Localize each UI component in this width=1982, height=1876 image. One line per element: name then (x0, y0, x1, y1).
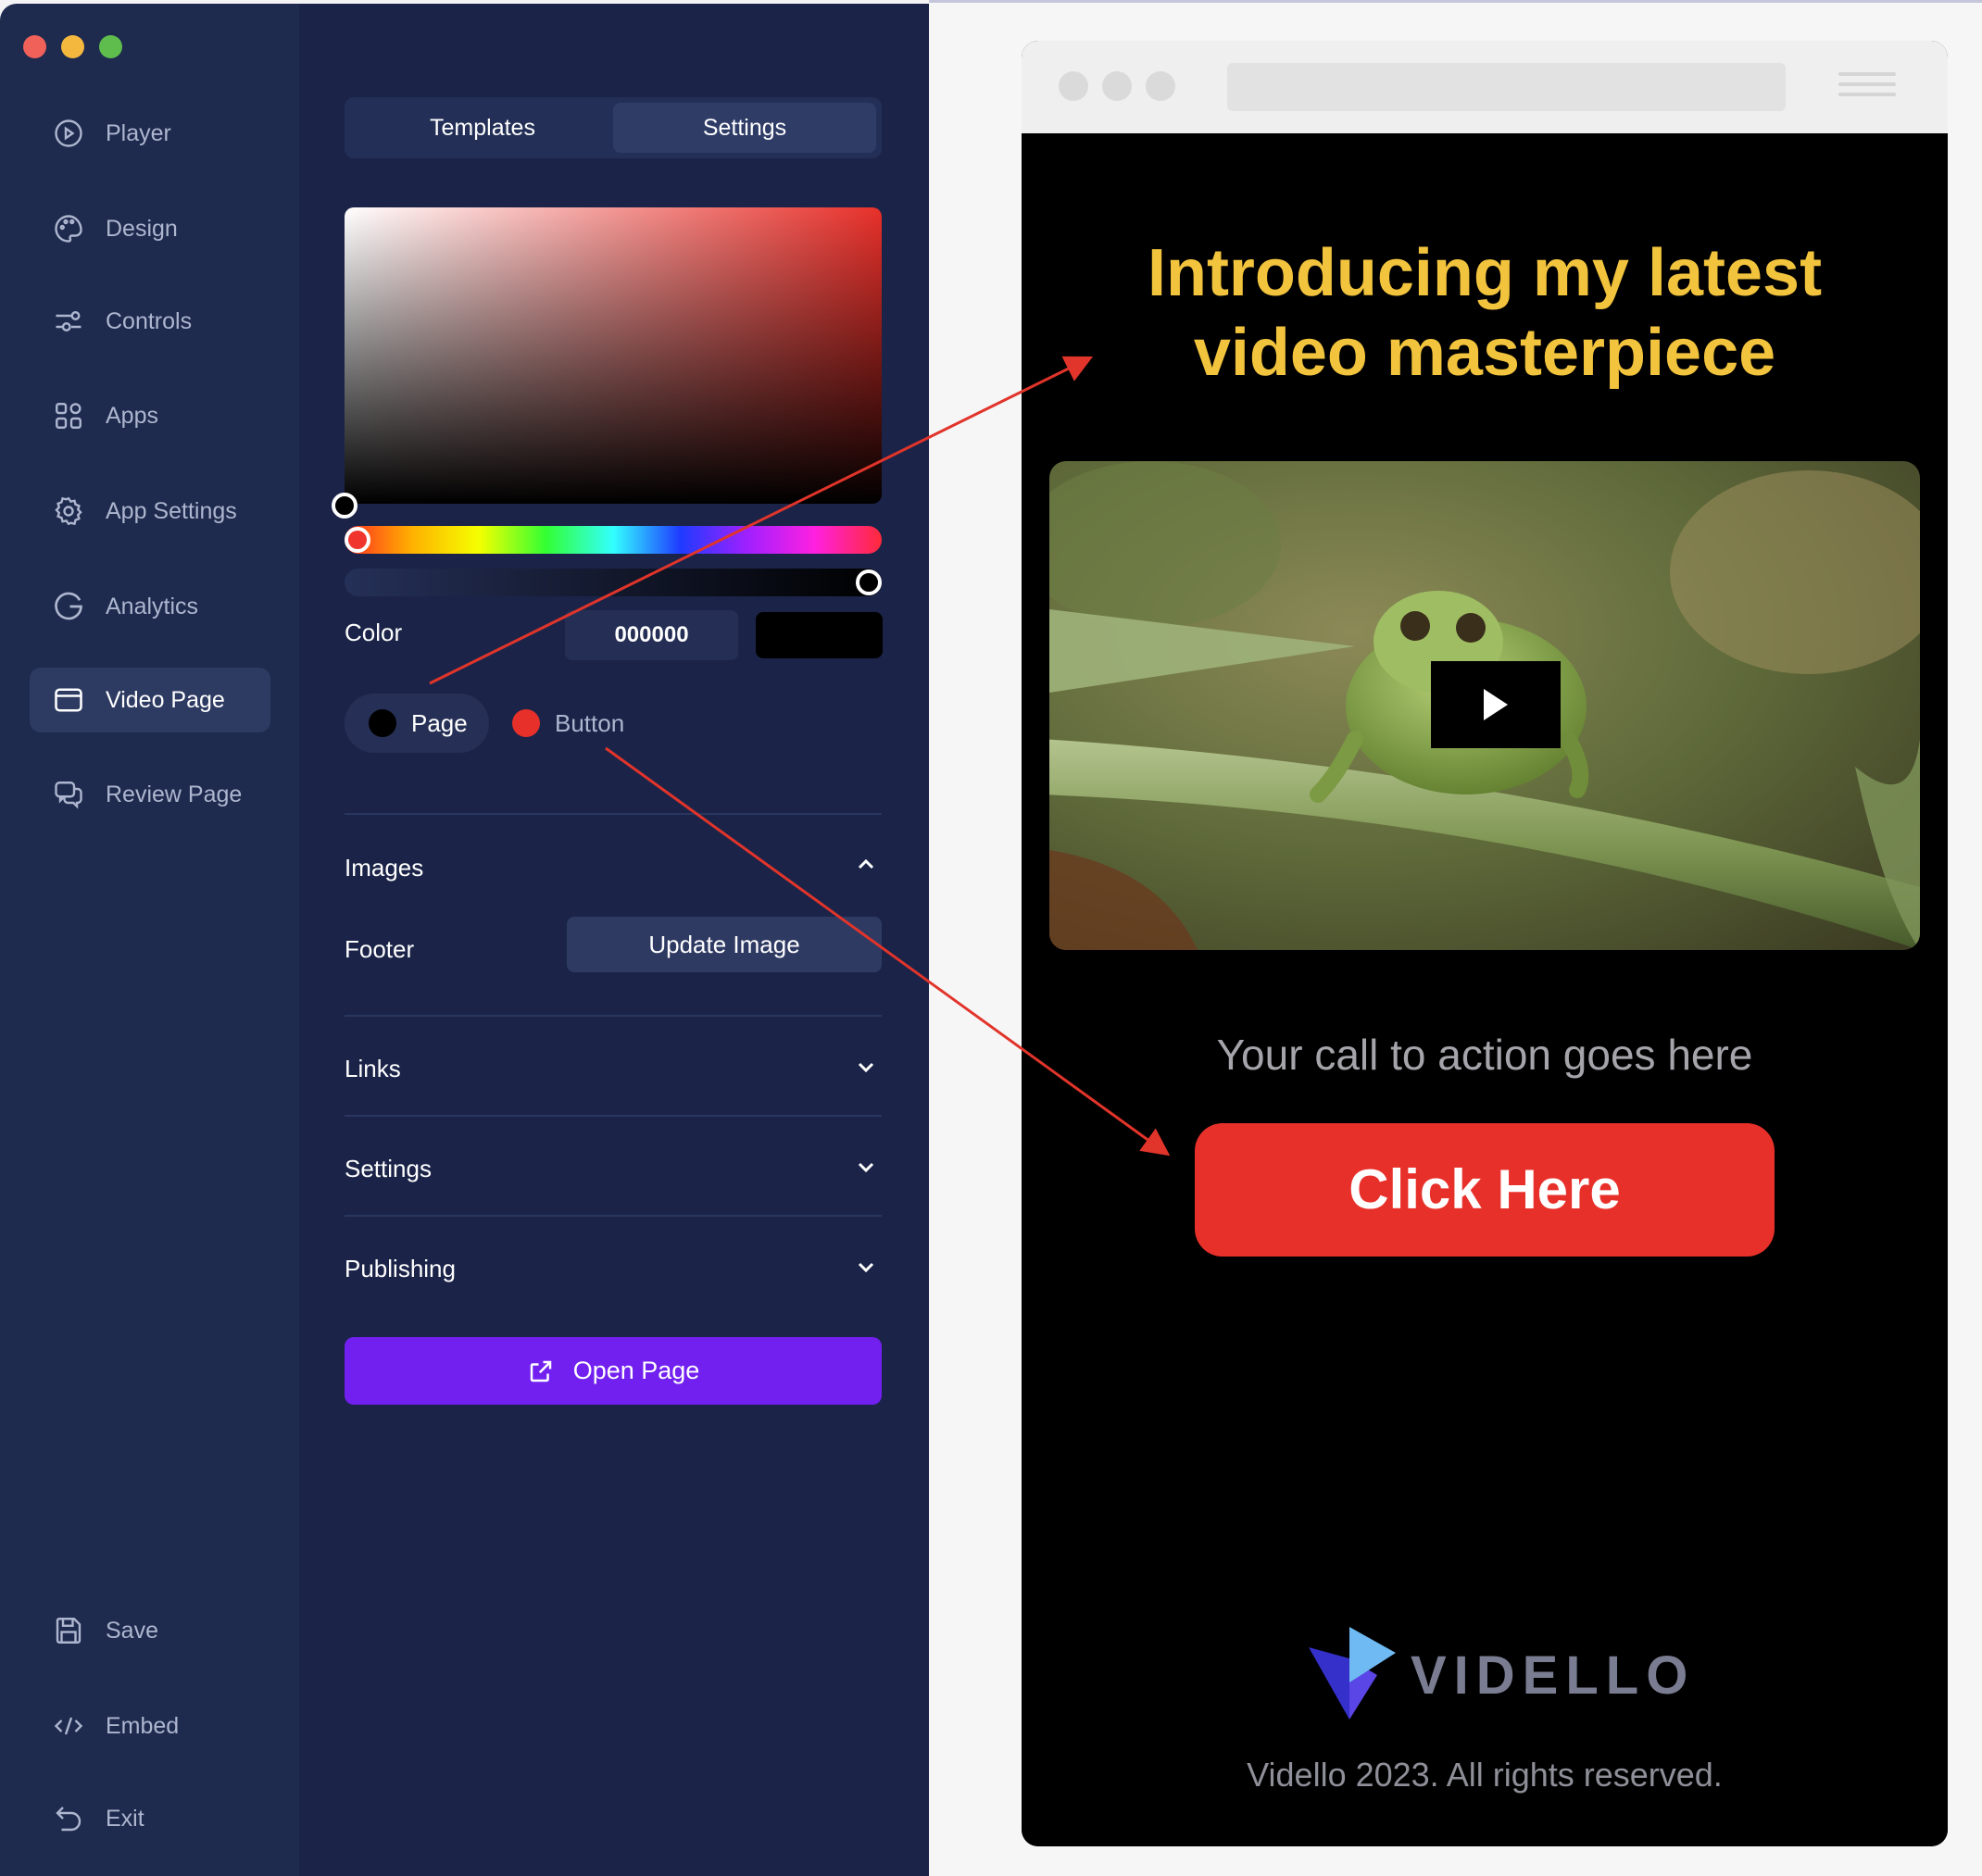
sidebar-item-label: Save (106, 1617, 158, 1644)
logo-wordmark: VIDELLO (1411, 1645, 1696, 1706)
color-saturation-field[interactable] (345, 207, 882, 504)
browser-dot (1102, 71, 1132, 101)
undo-arrow-icon (48, 1798, 89, 1839)
app-window: Player Design Controls Apps App Settings (0, 0, 1982, 1876)
window-zoom-button[interactable] (99, 35, 122, 58)
footer-image-label: Footer (345, 935, 415, 963)
video-page-canvas: Introducing my latest video masterpiece (1022, 133, 1948, 1846)
browser-dot (1146, 71, 1175, 101)
sidebar-item-label: Controls (106, 307, 193, 334)
divider (345, 1215, 882, 1217)
opacity-handle[interactable] (856, 569, 882, 595)
opacity-slider[interactable] (345, 569, 882, 596)
chat-bubbles-icon (48, 774, 89, 815)
color-target-page[interactable]: Page (345, 694, 489, 753)
play-button[interactable] (1431, 661, 1561, 748)
play-icon (1484, 689, 1508, 720)
headline-line: Introducing my latest (1147, 236, 1823, 310)
open-page-label: Open Page (572, 1357, 700, 1384)
section-images-title[interactable]: Images (345, 854, 423, 882)
browser-dot (1059, 71, 1088, 101)
sidebar-item-design[interactable]: Design (30, 196, 270, 261)
hex-color-input[interactable]: 000000 (565, 610, 738, 660)
divider (345, 1115, 882, 1117)
save-disk-icon (48, 1610, 89, 1651)
sidebar-item-label: Embed (106, 1712, 180, 1739)
sidebar-item-label: Exit (106, 1805, 144, 1832)
section-publishing-title[interactable]: Publishing (345, 1255, 456, 1283)
sidebar-item-exit[interactable]: Exit (30, 1786, 270, 1851)
tab-templates[interactable]: Templates (350, 103, 615, 153)
code-icon (48, 1706, 89, 1746)
sidebar-item-save[interactable]: Save (30, 1598, 270, 1663)
open-page-button[interactable]: Open Page (345, 1337, 882, 1405)
sidebar-item-label: Analytics (106, 593, 199, 619)
gear-icon (48, 491, 89, 532)
color-target-label: Page (411, 708, 468, 737)
hamburger-line (1838, 93, 1896, 96)
color-label: Color (345, 619, 403, 646)
sidebar-item-label: Review Page (106, 781, 243, 807)
tab-settings[interactable]: Settings (613, 103, 876, 153)
sidebar-item-review-page[interactable]: Review Page (30, 762, 270, 827)
button-color-dot (512, 709, 540, 737)
divider (345, 1015, 882, 1017)
cta-button[interactable]: Click Here (1195, 1123, 1775, 1257)
headline-line: video masterpiece (1193, 316, 1776, 390)
sidebar-item-label: Video Page (106, 686, 225, 713)
sidebar-item-label: Player (106, 119, 171, 146)
color-target-label: Button (555, 708, 625, 737)
divider (345, 813, 882, 815)
external-link-icon (530, 1360, 551, 1382)
sidebar-item-label: Design (106, 215, 178, 242)
hamburger-line (1838, 82, 1896, 86)
section-settings-title[interactable]: Settings (345, 1155, 432, 1183)
apps-grid-icon (48, 395, 89, 436)
color-target-button[interactable]: Button (512, 694, 624, 753)
page-headline: Introducing my latest video masterpiece (1059, 233, 1911, 393)
cta-text: Your call to action goes here (1216, 1031, 1753, 1079)
sidebar-item-controls[interactable]: Controls (30, 289, 270, 354)
sidebar-item-app-settings[interactable]: App Settings (30, 479, 270, 544)
sidebar-item-label: Apps (106, 402, 158, 429)
sidebar-item-apps[interactable]: Apps (30, 383, 270, 448)
browser-mockup: Introducing my latest video masterpiece (1022, 41, 1948, 1846)
section-links-title[interactable]: Links (345, 1055, 401, 1083)
vidello-logo: VIDELLO (1309, 1624, 1695, 1726)
sidebar-item-label: App Settings (106, 497, 237, 524)
sliders-icon (48, 301, 89, 342)
window-minimize-button[interactable] (61, 35, 84, 58)
analytics-g-icon (48, 586, 89, 627)
chevron-down-icon[interactable] (855, 1256, 877, 1278)
sidebar-item-video-page[interactable]: Video Page (30, 668, 270, 732)
update-image-button[interactable]: Update Image (567, 917, 882, 972)
vidello-logo-icon (1309, 1627, 1396, 1720)
chevron-down-icon[interactable] (855, 1056, 877, 1078)
sidebar-item-analytics[interactable]: Analytics (30, 574, 270, 639)
panel-tabs: Templates Settings (345, 97, 882, 158)
footer-copyright: Vidello 2023. All rights reserved. (1247, 1756, 1723, 1794)
saturation-handle[interactable] (332, 493, 358, 519)
hue-handle[interactable] (345, 527, 370, 553)
divider (929, 0, 1982, 3)
sidebar-item-player[interactable]: Player (30, 101, 270, 166)
browser-chrome (1022, 41, 1948, 133)
sidebar-item-embed[interactable]: Embed (30, 1694, 270, 1758)
play-circle-icon (48, 113, 89, 154)
window-close-button[interactable] (23, 35, 46, 58)
browser-window-icon (48, 680, 89, 720)
address-bar (1227, 63, 1786, 111)
chevron-down-icon[interactable] (855, 1156, 877, 1178)
page-preview: Introducing my latest video masterpiece (929, 0, 1982, 1876)
color-swatch[interactable] (756, 612, 883, 658)
chevron-up-icon[interactable] (855, 854, 877, 876)
palette-icon (48, 208, 89, 249)
video-player[interactable] (1049, 461, 1920, 950)
hue-slider[interactable] (345, 526, 882, 554)
sidebar-nav: Player Design Controls Apps App Settings (0, 4, 299, 1876)
settings-panel: Templates Settings Color 000000 Page But… (299, 4, 929, 1876)
hamburger-line (1838, 72, 1896, 76)
page-color-dot (369, 709, 396, 737)
